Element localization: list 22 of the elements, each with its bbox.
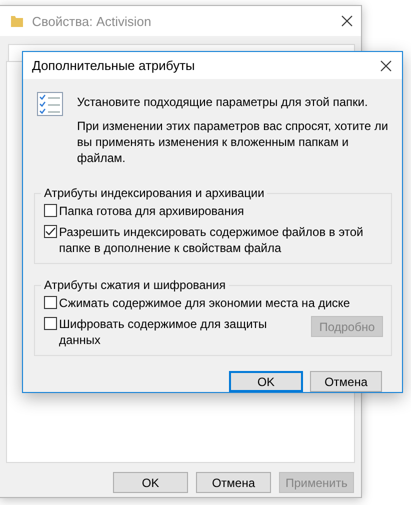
checklist-icon (37, 92, 63, 116)
window-title: Свойства: Activision (32, 14, 152, 28)
checkbox-label[interactable]: Папка готова для архивирования (59, 203, 383, 219)
folder-icon (10, 14, 24, 28)
close-icon[interactable] (380, 60, 392, 72)
checkbox-label[interactable]: Сжимать содержимое для экономии места на диске (59, 295, 383, 311)
group-title: Атрибуты сжатия и шифрования (43, 277, 227, 293)
group-title: Атрибуты индексирования и архивации (43, 185, 266, 201)
checkbox-label[interactable]: Шифровать содержимое для защиты данных (59, 316, 309, 348)
dialog-button[interactable]: Отмена (310, 371, 382, 392)
instruction-text: Установите подходящие параметры для этой папки. (77, 94, 369, 110)
close-icon[interactable] (341, 15, 353, 27)
note-text: При изменении этих параметров вас спросят, хотите ли вы применять изменения к вложенным папкам и файлам. (77, 118, 390, 166)
checkbox[interactable] (44, 317, 57, 330)
dialog-button[interactable]: OK (229, 371, 303, 392)
checkbox-label[interactable]: Разрешить индексировать содержимое файлов в этой папке в дополнение к свойствам файла (59, 224, 383, 256)
checkbox[interactable] (44, 296, 57, 309)
dialog-title: Дополнительные атрибуты (32, 58, 196, 73)
dialog-button[interactable]: OK (113, 472, 188, 493)
checkbox[interactable] (44, 204, 57, 217)
checkbox[interactable] (44, 225, 57, 238)
dialog-button[interactable]: Отмена (196, 472, 271, 493)
